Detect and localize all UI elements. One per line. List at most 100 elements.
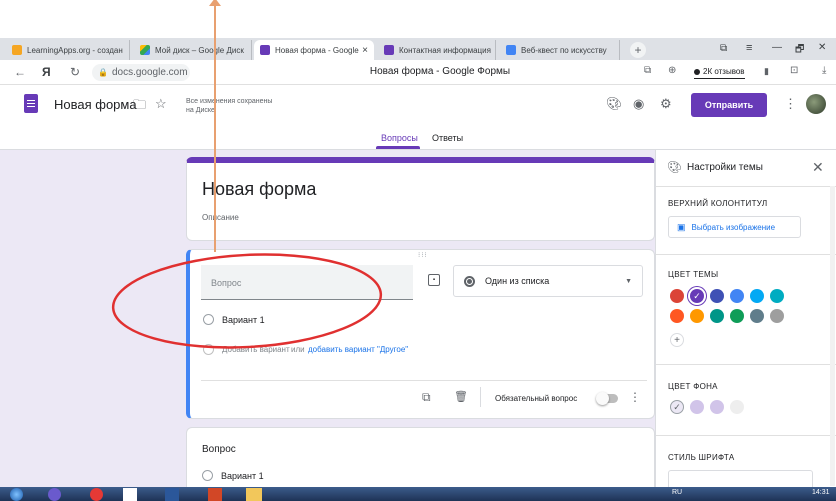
- add-custom-color-icon[interactable]: +: [670, 333, 684, 347]
- folder-icon[interactable]: [246, 488, 262, 501]
- theme-color-swatch[interactable]: [670, 289, 684, 303]
- reviews-badge[interactable]: 2К отзывов: [694, 65, 745, 79]
- send-button[interactable]: Отправить: [691, 93, 767, 117]
- theme-color-swatch[interactable]: [730, 309, 744, 323]
- add-image-icon[interactable]: ▪: [428, 274, 440, 286]
- windows-taskbar: RU 14:31: [0, 487, 836, 501]
- theme-color-swatch[interactable]: [690, 309, 704, 323]
- bg-color-swatch[interactable]: [690, 400, 704, 414]
- powerpoint-icon[interactable]: [208, 488, 222, 501]
- yandex-button[interactable]: Я: [42, 65, 51, 79]
- delete-trash-icon[interactable]: 🗑︎: [454, 390, 468, 403]
- theme-color-swatch[interactable]: [750, 289, 764, 303]
- yandex-browser-icon[interactable]: [90, 488, 103, 501]
- download-icon[interactable]: ⤓: [822, 65, 826, 76]
- theme-color-swatch[interactable]: ✓: [690, 289, 704, 303]
- page-title: Новая форма - Google Формы: [369, 66, 511, 77]
- panel-title: Настройки темы: [687, 162, 763, 173]
- star-icon[interactable]: ☆: [155, 96, 167, 112]
- minimize-button[interactable]: —: [772, 42, 782, 53]
- url-field[interactable]: 🔒 docs.google.com: [92, 64, 190, 81]
- close-tab-icon[interactable]: ×: [362, 45, 368, 56]
- bg-color-swatches: ✓: [670, 400, 770, 416]
- theme-color-swatch[interactable]: [770, 289, 784, 303]
- theme-color-swatch[interactable]: [750, 309, 764, 323]
- form-description[interactable]: Описание: [202, 213, 239, 222]
- restore-button[interactable]: 🗗: [795, 42, 804, 59]
- word-icon[interactable]: [165, 488, 179, 501]
- address-bar-row: ← Я ↻ 🔒 docs.google.com Новая форма - Go…: [0, 60, 836, 85]
- browser-tab-label: Мой диск – Google Диск: [155, 45, 244, 55]
- menu-icon[interactable]: ≡: [746, 42, 752, 54]
- start-button[interactable]: [10, 488, 23, 501]
- back-arrow-icon[interactable]: ←: [14, 65, 26, 79]
- learningapps-favicon-icon: [12, 45, 22, 55]
- choose-image-button[interactable]: ▣ Выбрать изображение: [668, 216, 801, 238]
- panel-scrollbar[interactable]: [830, 186, 835, 486]
- folder-icon[interactable]: 🗀: [133, 96, 146, 118]
- theme-color-swatch[interactable]: [710, 309, 724, 323]
- avatar[interactable]: [806, 94, 826, 114]
- language-indicator[interactable]: RU: [672, 489, 682, 496]
- question-card-2: Вопрос Вариант 1: [186, 427, 655, 487]
- radio-button-icon: [464, 275, 475, 287]
- question-placeholder: Вопрос: [211, 278, 242, 288]
- add-option-link[interactable]: Добавить вариант: [222, 345, 290, 354]
- bookmark-icon[interactable]: ▮: [764, 66, 769, 77]
- new-tab-button[interactable]: +: [630, 42, 646, 58]
- extensions-icon[interactable]: ⊡: [790, 65, 798, 76]
- theme-color-swatch[interactable]: [670, 309, 684, 323]
- option-label[interactable]: Вариант 1: [222, 315, 265, 325]
- browser-tab[interactable]: LearningApps.org - создан: [6, 40, 130, 60]
- question-title-input[interactable]: Вопрос: [201, 265, 413, 300]
- drag-handle-icon[interactable]: ⁝⁝⁝: [418, 251, 428, 259]
- form-name[interactable]: Новая форма: [54, 97, 137, 112]
- bg-color-swatch[interactable]: ✓: [670, 400, 684, 414]
- browser-tab[interactable]: Мой диск – Google Диск: [134, 40, 252, 60]
- app-icon[interactable]: [48, 488, 61, 501]
- bg-color-swatch[interactable]: [710, 400, 724, 414]
- settings-gear-icon[interactable]: ⚙: [660, 96, 672, 112]
- close-window-button[interactable]: ✕: [818, 42, 826, 53]
- add-other-link[interactable]: добавить вариант "Другое": [308, 345, 408, 354]
- more-options-icon[interactable]: ⋮: [629, 390, 641, 404]
- bg-color-swatch[interactable]: [730, 400, 744, 414]
- tab-questions[interactable]: Вопросы: [381, 133, 418, 143]
- add-option-radio-icon: [203, 344, 214, 355]
- annotation-arrow-head-icon: [209, 0, 221, 6]
- form-title[interactable]: Новая форма: [202, 179, 316, 200]
- question-title[interactable]: Вопрос: [202, 444, 236, 455]
- option-label[interactable]: Вариант 1: [221, 471, 264, 481]
- tab-responses[interactable]: Ответы: [432, 133, 463, 143]
- palette-icon[interactable]: 🎨︎: [606, 96, 623, 112]
- tabs-icon[interactable]: ⧉: [644, 65, 651, 76]
- browser-tab-active[interactable]: Новая форма - Google ×: [254, 40, 374, 60]
- browser-tab[interactable]: Контактная информация: [378, 40, 496, 60]
- browser-tab-label: Новая форма - Google: [275, 45, 359, 55]
- font-style-select[interactable]: [668, 470, 813, 487]
- theme-color-swatch[interactable]: [730, 289, 744, 303]
- browser-tab[interactable]: Веб-квест по искусству: [500, 40, 620, 60]
- reader-icon[interactable]: ⊕: [668, 65, 676, 76]
- theme-color-swatches: ✓: [670, 289, 800, 329]
- reload-icon[interactable]: ↻: [70, 65, 80, 79]
- forms-logo-icon[interactable]: [24, 94, 38, 113]
- close-icon[interactable]: ✕: [812, 159, 824, 176]
- clock[interactable]: 14:31: [812, 489, 830, 496]
- url-text: docs.google.com: [111, 67, 188, 78]
- duplicate-icon[interactable]: ⧉: [422, 390, 431, 405]
- question-type-label: Один из списка: [485, 276, 550, 286]
- theme-color-swatch[interactable]: [710, 289, 724, 303]
- required-toggle[interactable]: [596, 392, 618, 405]
- preview-eye-icon[interactable]: ◉: [633, 96, 644, 112]
- question-type-select[interactable]: Один из списка ▼: [453, 265, 643, 297]
- browser-tab-strip: LearningApps.org - создан Мой диск – Goo…: [0, 38, 836, 60]
- divider: [201, 380, 647, 381]
- screenshot-icon[interactable]: ⧉: [720, 43, 727, 54]
- font-style-label: СТИЛЬ ШРИФТА: [668, 453, 735, 462]
- more-vert-icon[interactable]: ⋮: [784, 96, 797, 112]
- theme-color-swatch[interactable]: [770, 309, 784, 323]
- save-status: Все изменения сохранены на Диске: [186, 98, 273, 114]
- forms-header: Новая форма 🗀 ☆ Все изменения сохранены …: [0, 85, 836, 150]
- yandex-app-icon[interactable]: [123, 488, 137, 501]
